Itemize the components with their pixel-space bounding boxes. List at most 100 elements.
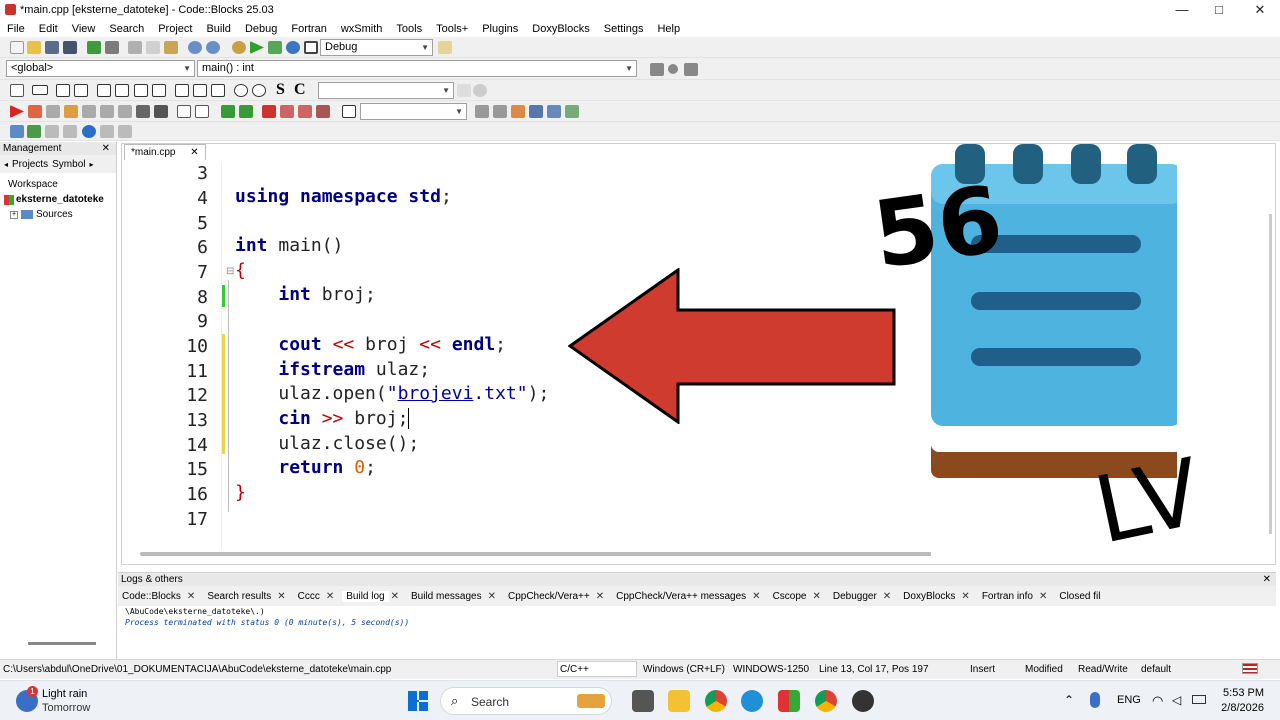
logs-close-icon[interactable]: ✕ <box>1263 573 1271 586</box>
clock-time[interactable]: 5:53 PM <box>1218 687 1264 699</box>
tray-chevron-up-icon[interactable]: ⌃ <box>1064 693 1074 707</box>
minimize-button[interactable]: — <box>1162 0 1202 20</box>
volume-icon[interactable]: ◁ <box>1172 693 1181 707</box>
clock-date[interactable]: 2/8/2026 <box>1218 702 1264 714</box>
menu-plugins[interactable]: Plugins <box>475 23 525 35</box>
run-icon[interactable] <box>250 41 264 54</box>
tree-project[interactable]: eksterne_datoteke <box>4 192 116 207</box>
open-file-icon[interactable] <box>27 41 41 54</box>
scope-select[interactable]: <global> ▼ <box>6 60 195 77</box>
redo-icon[interactable] <box>105 41 119 54</box>
rebuild-icon[interactable] <box>286 41 300 54</box>
tab-close-icon[interactable]: ✕ <box>810 591 828 602</box>
menu-project[interactable]: Project <box>151 23 199 35</box>
font-c-icon[interactable]: C <box>294 81 306 99</box>
chrome-icon[interactable] <box>705 690 727 712</box>
code-line-14[interactable]: ulaz.close(); <box>235 433 419 454</box>
switch-block-icon[interactable] <box>115 84 129 97</box>
prev-flag-icon[interactable] <box>280 105 294 118</box>
tree-sources[interactable]: + Sources <box>10 207 116 222</box>
taskbar-search-box[interactable]: ⌕ Search <box>440 687 612 715</box>
management-close-icon[interactable]: ✕ <box>102 142 110 155</box>
doxy-comment-icon[interactable] <box>45 125 59 138</box>
chatgpt-icon[interactable] <box>852 690 874 712</box>
tab-cscope[interactable]: Cscope <box>769 591 811 602</box>
step-out-icon[interactable] <box>82 105 96 118</box>
search-combo[interactable]: ▼ <box>318 82 454 99</box>
select-pointer-icon[interactable] <box>10 84 24 97</box>
match-case-icon[interactable] <box>547 105 561 118</box>
code-line-10[interactable]: cout << broj << endl; <box>235 334 506 355</box>
tab-scroll-right-icon[interactable]: ▸ <box>90 160 94 169</box>
zoom-in-icon[interactable] <box>234 84 248 97</box>
zoom-out-icon[interactable] <box>252 84 266 97</box>
tab-build-messages[interactable]: Build messages <box>407 591 486 602</box>
tab-debugger[interactable]: Debugger <box>829 591 881 602</box>
tab-close-icon[interactable]: ✕ <box>324 591 342 602</box>
code-line-12[interactable]: ulaz.open("brojevi.txt"); <box>235 383 549 404</box>
build-and-run-icon[interactable] <box>268 41 282 54</box>
comment-tool-icon[interactable] <box>27 125 41 138</box>
next-flag-icon[interactable] <box>298 105 312 118</box>
code-line-6[interactable]: int main() <box>235 235 343 256</box>
jump-forward-icon[interactable] <box>684 63 698 76</box>
panel-scrollbar[interactable] <box>28 642 96 645</box>
tab-close-icon[interactable]: ✕ <box>185 591 203 602</box>
code-line-8[interactable]: int broj; <box>235 284 376 305</box>
task-view-icon[interactable] <box>632 690 654 712</box>
jump-back-icon[interactable] <box>650 63 664 76</box>
abort-icon[interactable] <box>304 41 318 54</box>
regex-icon[interactable] <box>565 105 579 118</box>
run-to-cursor-icon[interactable] <box>28 105 42 118</box>
block-icon[interactable] <box>32 85 48 95</box>
menu-fortran[interactable]: Fortran <box>284 23 333 35</box>
microphone-icon[interactable] <box>1090 692 1100 708</box>
windows-start-icon[interactable] <box>408 691 428 711</box>
menu-file[interactable]: File <box>0 23 32 35</box>
close-button[interactable]: ✕ <box>1240 0 1280 20</box>
wifi-icon[interactable]: ◠ <box>1152 693 1163 709</box>
paste-icon[interactable] <box>164 41 178 54</box>
tab-close-icon[interactable]: ✕ <box>389 591 407 602</box>
battery-icon[interactable] <box>1192 695 1206 704</box>
if-block-icon[interactable] <box>97 84 111 97</box>
codeblocks-taskbar-icon[interactable] <box>778 690 800 712</box>
fold-collapse-icon[interactable]: ⊟ <box>226 266 234 277</box>
tab-close-icon[interactable]: ✕ <box>1037 591 1055 602</box>
subroutine-block-icon[interactable] <box>211 84 225 97</box>
toggle-bookmark-icon[interactable] <box>262 105 276 118</box>
save-icon[interactable] <box>45 41 59 54</box>
search-next-icon[interactable] <box>493 105 507 118</box>
save-all-icon[interactable] <box>63 41 77 54</box>
code-line-7[interactable]: { <box>235 260 246 281</box>
search-go-icon[interactable] <box>473 84 487 97</box>
tab-close-icon[interactable]: ✕ <box>190 147 198 158</box>
editor-horizontal-scrollbar[interactable] <box>140 552 990 556</box>
tab-codeblocks-log[interactable]: Code::Blocks <box>118 591 185 602</box>
menu-build[interactable]: Build <box>199 23 237 35</box>
code-line-13[interactable]: cin >> broj; <box>235 408 421 429</box>
next-instruction-icon[interactable] <box>100 105 114 118</box>
function-block-icon[interactable] <box>193 84 207 97</box>
chrome-profile-icon[interactable] <box>815 690 837 712</box>
font-s-icon[interactable]: S <box>276 81 285 99</box>
menu-doxyblocks[interactable]: DoxyBlocks <box>525 23 596 35</box>
symbol-browser-icon[interactable] <box>10 125 24 138</box>
tab-close-icon[interactable]: ✕ <box>486 591 504 602</box>
tab-close-icon[interactable]: ✕ <box>275 591 293 602</box>
tab-cppcheck-messages[interactable]: CppCheck/Vera++ messages <box>612 591 750 602</box>
step-into-instruction-icon[interactable] <box>118 105 132 118</box>
menu-debug[interactable]: Debug <box>238 23 284 35</box>
find-icon[interactable] <box>188 41 202 54</box>
tab-fortran-info[interactable]: Fortran info <box>978 591 1037 602</box>
clear-flags-icon[interactable] <box>316 105 330 118</box>
tab-cccc[interactable]: Cccc <box>294 591 324 602</box>
menu-help[interactable]: Help <box>650 23 687 35</box>
while-block-icon[interactable] <box>152 84 166 97</box>
tab-close-icon[interactable]: ✕ <box>959 591 977 602</box>
pause-icon[interactable] <box>136 105 150 118</box>
target-options-icon[interactable] <box>438 41 452 54</box>
code-line-16[interactable]: } <box>235 482 246 503</box>
weather-label[interactable]: Light rain <box>42 688 87 700</box>
tab-main-cpp[interactable]: *main.cpp ✕ <box>124 144 206 160</box>
